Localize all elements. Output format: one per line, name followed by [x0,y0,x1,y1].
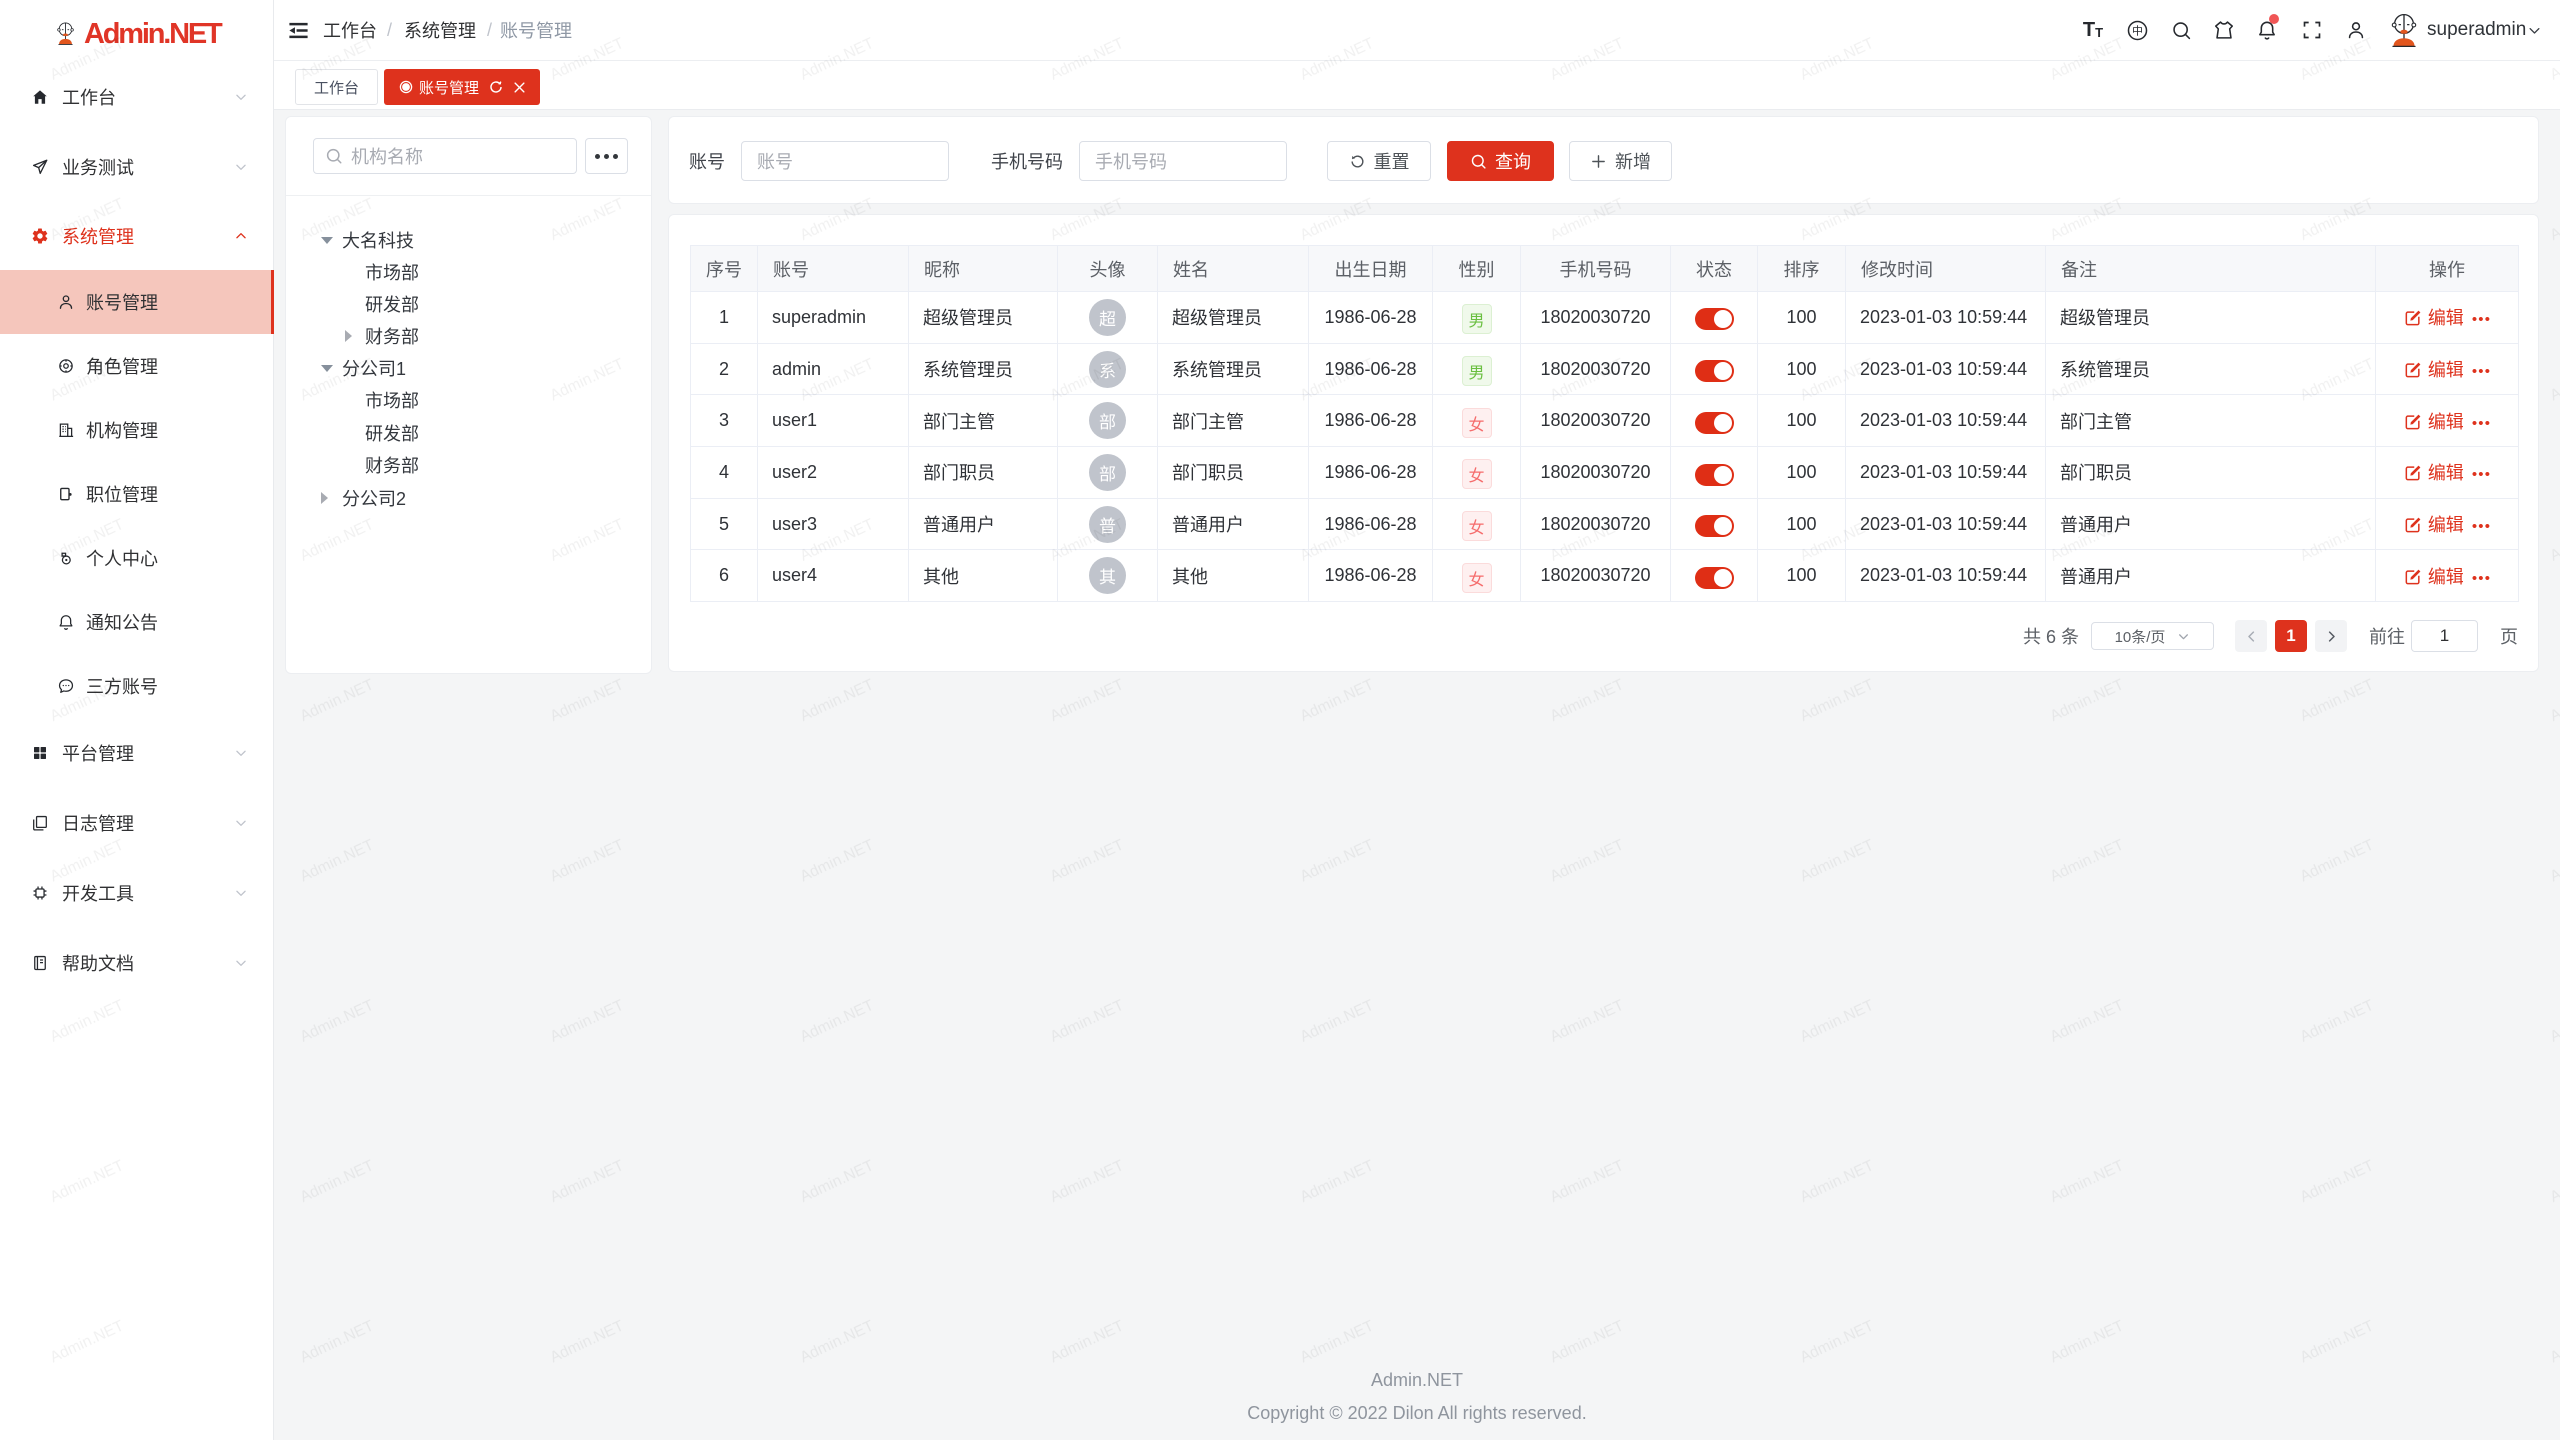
svg-text:中: 中 [2131,24,2142,37]
